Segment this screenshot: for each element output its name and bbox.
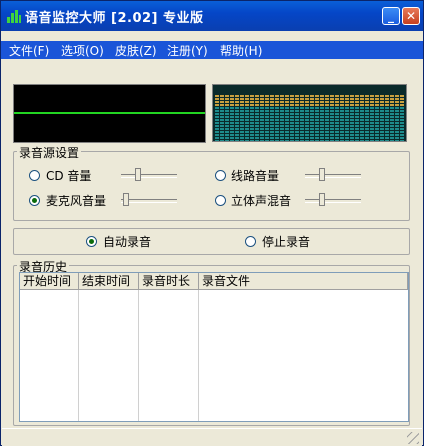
line-volume-label: 线路音量 [231,169,280,183]
slider-thumb[interactable] [319,168,325,181]
main-window: 语音监控大师 [2.02] 专业版 _ ✕ 文件(F) 选项(O) 皮肤(Z) … [0,0,424,446]
spectrum-peak [400,95,404,107]
history-table[interactable]: 开始时间 结束时间 录音时长 录音文件 [19,272,409,422]
stereo-mix-label: 立体声混音 [231,194,292,208]
status-bar [2,428,422,446]
spectrum-peak [295,95,299,107]
column-duration[interactable]: 录音时长 [139,273,199,290]
auto-record-radio[interactable] [86,236,97,247]
line-volume-radio[interactable] [215,170,226,181]
waveform-line [14,112,205,114]
spectrum-peak [285,95,289,107]
mic-volume-radio[interactable] [29,195,40,206]
source-groupbox [13,151,410,221]
menu-options[interactable]: 选项(O) [61,42,104,59]
spectrum-peak [220,95,224,107]
source-group-title: 录音源设置 [17,144,82,161]
slider-thumb[interactable] [135,168,141,181]
column-end-time[interactable]: 结束时间 [79,273,139,290]
spectrum-peak [260,95,264,107]
spectrum-peak [245,95,249,107]
spectrum-peak [255,95,259,107]
stop-record-label: 停止录音 [262,235,311,249]
spectrum-peak [395,95,399,107]
spectrum-peak [365,95,369,107]
menu-file[interactable]: 文件(F) [9,42,49,59]
minimize-button[interactable]: _ [382,7,400,25]
resize-grip-icon[interactable] [407,432,419,444]
spectrum-peak [240,95,244,107]
slider-thumb[interactable] [319,193,325,206]
spectrum-peak [355,95,359,107]
window-title: 语音监控大师 [2.02] 专业版 [25,11,204,26]
mode-groupbox [13,228,410,255]
minimize-icon: _ [388,9,394,23]
column-file[interactable]: 录音文件 [199,273,408,290]
column-divider [138,290,139,421]
spectrum-peak [375,95,379,107]
spectrum-peak [370,95,374,107]
slider-track [121,199,177,203]
spectrum-peak [310,95,314,107]
spectrum-peak [315,95,319,107]
menu-bar: 文件(F) 选项(O) 皮肤(Z) 注册(Y) 帮助(H) [1,41,423,59]
spectrum-peak [230,95,234,107]
waveform-display [13,84,206,143]
cd-volume-label: CD 音量 [46,169,92,183]
spectrum-peak [390,95,394,107]
stereo-mix-slider[interactable] [303,193,363,207]
spectrum-display [212,84,407,142]
spectrum-peak [250,95,254,107]
spectrum-peak [215,95,219,107]
menu-skin[interactable]: 皮肤(Z) [115,42,157,59]
title-bar[interactable]: 语音监控大师 [2.02] 专业版 _ ✕ [1,1,423,31]
spectrum-peak [345,95,349,107]
mic-volume-label: 麦克风音量 [46,194,107,208]
stop-record-radio[interactable] [245,236,256,247]
slider-thumb[interactable] [123,193,129,206]
spectrum-peak [235,95,239,107]
menu-help[interactable]: 帮助(H) [220,42,262,59]
spectrum-peak [325,95,329,107]
cd-volume-radio[interactable] [29,170,40,181]
app-bars-icon [7,10,21,23]
spectrum-peak [385,95,389,107]
auto-record-label: 自动录音 [103,235,152,249]
stereo-mix-radio[interactable] [215,195,226,206]
spectrum-peak [300,95,304,107]
spectrum-peak [330,95,334,107]
close-icon: ✕ [405,9,417,23]
spectrum-peak [305,95,309,107]
spectrum-peak [350,95,354,107]
menu-register[interactable]: 注册(Y) [167,42,208,59]
spectrum-peak [265,95,269,107]
line-volume-slider[interactable] [303,168,363,182]
close-button[interactable]: ✕ [402,7,420,25]
spectrum-peak [320,95,324,107]
slider-track [305,199,361,203]
spectrum-peak [340,95,344,107]
spectrum-peak [270,95,274,107]
cd-volume-slider[interactable] [119,168,179,182]
spectrum-peak [280,95,284,107]
slider-track [121,174,177,178]
spectrum-peak [380,95,384,107]
spectrum-peak [225,95,229,107]
column-divider [78,290,79,421]
spectrum-peak [335,95,339,107]
column-start-time[interactable]: 开始时间 [20,273,79,290]
column-divider [198,290,199,421]
slider-track [305,174,361,178]
spectrum-peak [275,95,279,107]
spectrum-peak [290,95,294,107]
mic-volume-slider[interactable] [119,193,179,207]
spectrum-peak [360,95,364,107]
